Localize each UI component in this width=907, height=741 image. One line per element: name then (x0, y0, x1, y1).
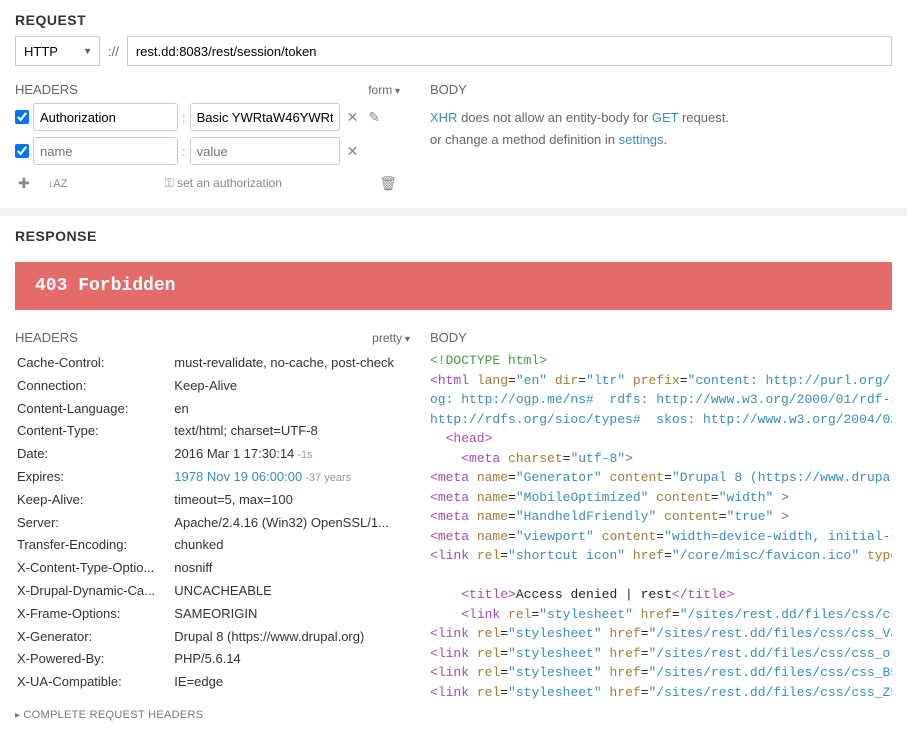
remove-header-icon[interactable]: ✕ (344, 109, 362, 126)
header-enable-checkbox[interactable] (15, 110, 29, 124)
header-name-input[interactable] (33, 137, 178, 165)
request-line: HTTP :// (0, 36, 907, 76)
header-value-input[interactable] (190, 103, 340, 131)
response-header-row: X-Content-Type-Optio...nosniff (17, 558, 408, 579)
status-bar: 403 Forbidden (15, 262, 892, 310)
header-separator: : (182, 110, 186, 125)
url-input[interactable] (127, 36, 892, 66)
xhr-link[interactable]: XHR (430, 110, 457, 125)
response-header-row: Cache-Control:must-revalidate, no-cache,… (17, 353, 408, 374)
response-body-code: <!DOCTYPE html><html lang="en" dir="ltr"… (430, 351, 892, 702)
headers-label: HEADERS (15, 82, 78, 97)
request-title: REQUEST (0, 0, 907, 36)
body-message: XHR does not allow an entity-body for GE… (430, 103, 892, 151)
header-separator: : (182, 144, 186, 159)
response-header-row: Connection:Keep-Alive (17, 376, 408, 397)
response-header-row: X-Powered-By:PHP/5.6.14 (17, 649, 408, 670)
header-name-input[interactable] (33, 103, 178, 131)
response-header-row: Date:2016 Mar 1 17:30:14 -1s (17, 444, 408, 465)
response-header-row: X-UA-Compatible:IE=edge (17, 672, 408, 693)
response-title: RESPONSE (0, 216, 907, 252)
response-headers-panel: HEADERS pretty Cache-Control:must-revali… (15, 324, 410, 721)
response-header-row: Keep-Alive:timeout=5, max=100 (17, 490, 408, 511)
settings-link[interactable]: settings (619, 132, 664, 147)
request-body-panel: BODY XHR does not allow an entity-body f… (430, 76, 892, 196)
response-header-row: X-Drupal-Dynamic-Ca...UNCACHEABLE (17, 581, 408, 602)
response-header-row: Content-Type:text/html; charset=UTF-8 (17, 421, 408, 442)
response-header-row: X-Frame-Options:SAMEORIGIN (17, 604, 408, 625)
body-label: BODY (430, 82, 467, 97)
protocol-separator: :// (104, 44, 123, 59)
response-headers-label: HEADERS (15, 330, 78, 345)
method-select[interactable]: HTTP (15, 36, 100, 66)
section-divider (0, 208, 907, 216)
response-headers-table: Cache-Control:must-revalidate, no-cache,… (15, 351, 410, 695)
complete-request-headers-toggle[interactable]: COMPLETE REQUEST HEADERS (15, 695, 410, 721)
add-header-icon[interactable]: ✚ (15, 175, 33, 192)
remove-header-icon[interactable]: ✕ (344, 143, 362, 160)
form-mode-dropdown[interactable]: form (368, 83, 400, 97)
header-row-1: : ✕ (15, 137, 400, 165)
response-header-row: Server:Apache/2.4.16 (Win32) OpenSSL/1..… (17, 513, 408, 534)
response-header-row: Expires:1978 Nov 19 06:00:00 -37 years (17, 467, 408, 488)
sort-headers-icon[interactable]: ↓AZ (45, 178, 71, 190)
trash-icon[interactable]: 🗑 (376, 175, 400, 192)
key-icon (165, 176, 174, 190)
request-headers-panel: HEADERS form : ✕ ✎ : ✕ ✚ ↓AZ set an auth… (15, 76, 400, 196)
header-row-0: : ✕ ✎ (15, 103, 400, 131)
response-header-row: Transfer-Encoding:chunked (17, 535, 408, 556)
header-enable-checkbox[interactable] (15, 144, 29, 158)
response-header-row: Content-Language:en (17, 399, 408, 420)
edit-header-icon[interactable]: ✎ (365, 109, 383, 126)
response-header-row: X-Generator:Drupal 8 (https://www.drupal… (17, 627, 408, 648)
pretty-dropdown[interactable]: pretty (372, 331, 410, 345)
get-link[interactable]: GET (652, 110, 679, 125)
response-body-panel: BODY <!DOCTYPE html><html lang="en" dir=… (430, 324, 892, 721)
set-authorization-link[interactable]: set an authorization (165, 176, 282, 191)
response-body-label: BODY (430, 330, 467, 345)
header-value-input[interactable] (190, 137, 340, 165)
